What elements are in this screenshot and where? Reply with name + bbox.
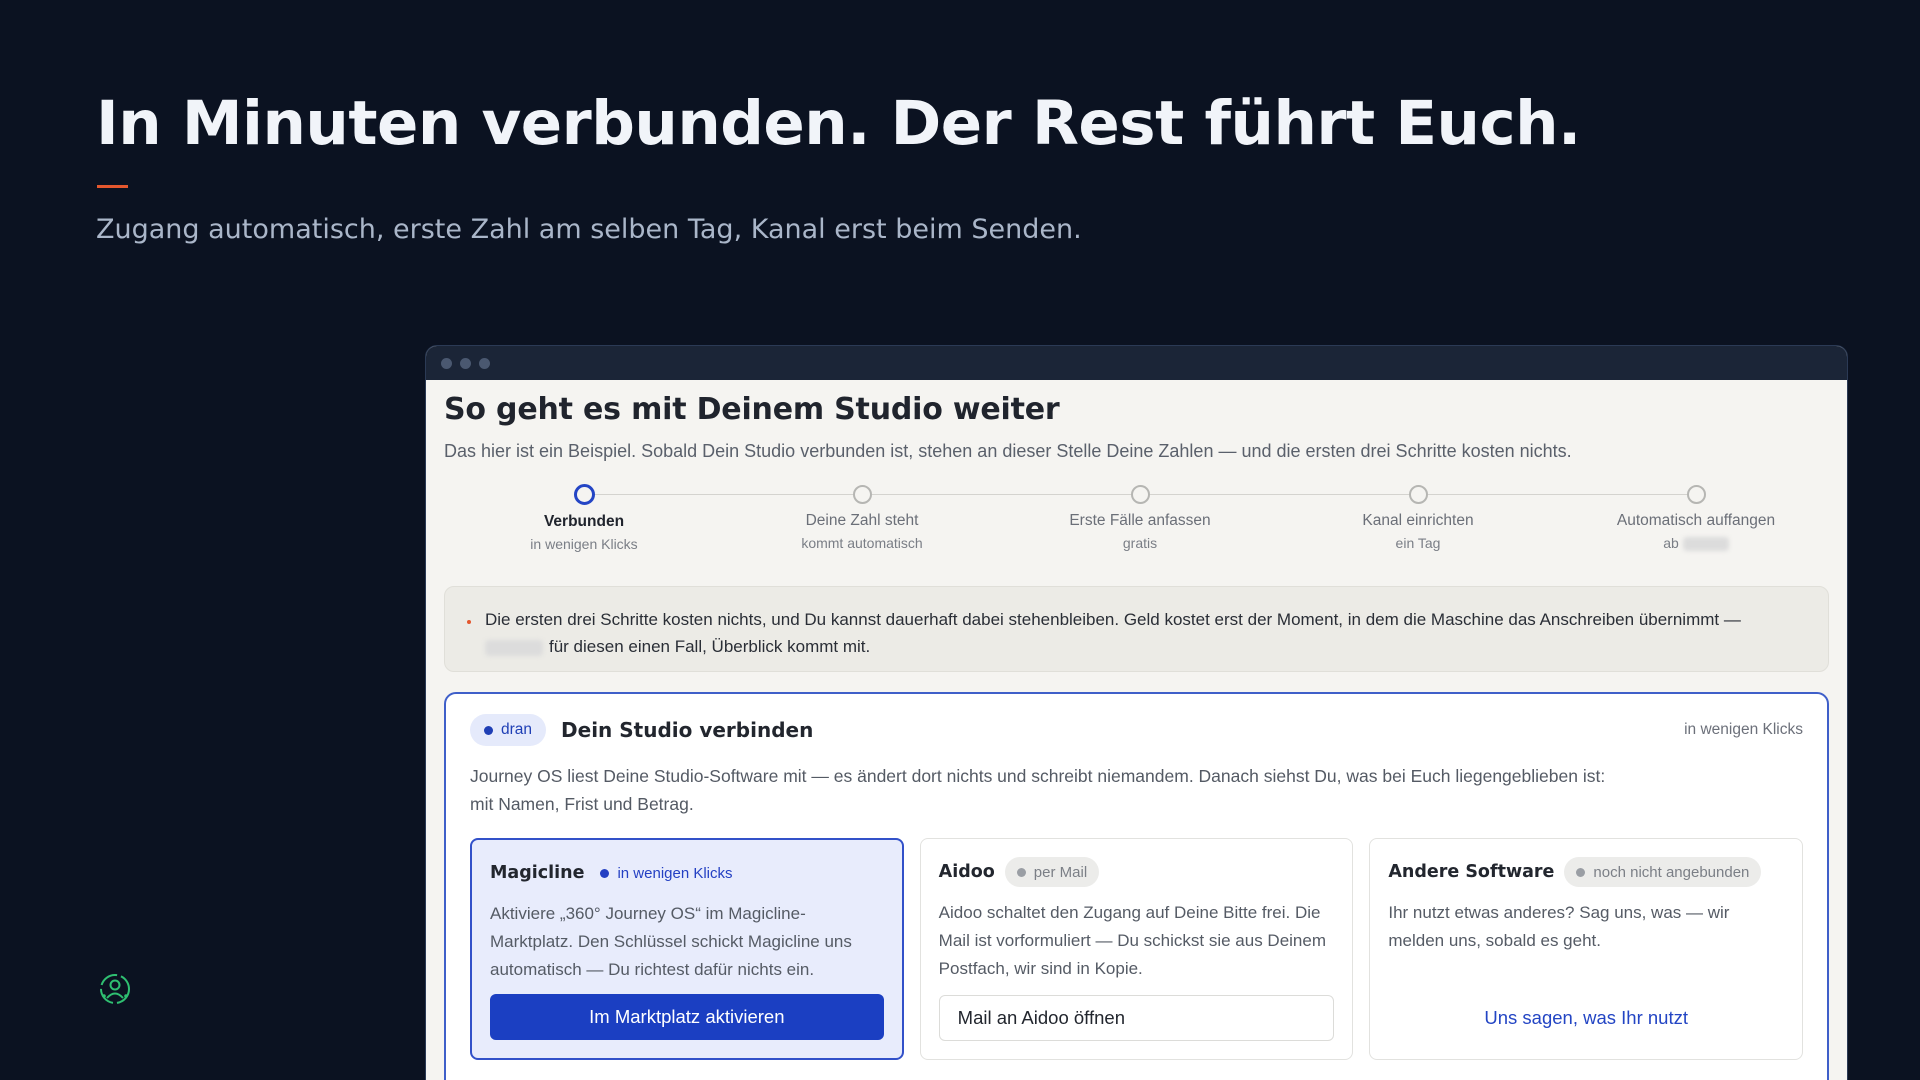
step-verbunden[interactable]: Verbunden in wenigen Klicks: [464, 484, 704, 552]
card-title: Dein Studio verbinden: [561, 718, 814, 742]
option-name: Magicline: [490, 863, 585, 883]
option-name: Aidoo: [938, 862, 995, 882]
step-sub: in wenigen Klicks: [530, 536, 638, 552]
step-label: Kanal einrichten: [1362, 512, 1474, 529]
step-circle: [1686, 485, 1706, 504]
option-name: Andere Software: [1388, 862, 1555, 882]
option-text: Aidoo schaltet den Zugang auf Deine Bitt…: [938, 903, 1326, 978]
step-label: Deine Zahl steht: [805, 512, 919, 529]
accent-rule: [97, 185, 128, 188]
option-badge-label: in wenigen Klicks: [617, 864, 733, 882]
slide-headline: In Minuten verbunden. Der Rest führt Euc…: [96, 88, 1581, 159]
status-dot-icon: [1576, 867, 1586, 877]
pricing-note-line1: Die ersten drei Schritte kosten nichts, …: [485, 610, 1741, 629]
step-label: Automatisch auffangen: [1616, 512, 1776, 529]
step-zahl[interactable]: Deine Zahl steht kommt automatisch: [742, 484, 982, 551]
step-automatisch[interactable]: Automatisch auffangen ab: [1576, 484, 1816, 552]
step-label: Erste Fälle anfassen: [1069, 512, 1211, 529]
page-title: So geht es mit Deinem Studio weiter: [444, 392, 1060, 427]
redacted-price: [485, 639, 543, 656]
app-window: So geht es mit Deinem Studio weiter Das …: [425, 345, 1848, 1080]
option-badge: in wenigen Klicks: [594, 858, 744, 888]
option-badge: per Mail: [1004, 857, 1100, 887]
option-badge-label: noch nicht angebunden: [1593, 863, 1750, 881]
status-badge: dran: [470, 714, 547, 746]
step-circle: [573, 484, 595, 505]
bullet-dot: [467, 620, 471, 624]
window-control-dot[interactable]: [460, 357, 471, 369]
option-aidoo[interactable]: Aidoo per Mail Aidoo schaltet den Zugang…: [919, 838, 1354, 1060]
status-dot-icon: [484, 725, 493, 735]
pricing-note-line2: für diesen einen Fall, Überblick kommt m…: [549, 637, 871, 656]
option-badge-label: per Mail: [1033, 863, 1088, 881]
step-faelle[interactable]: Erste Fälle anfassen gratis: [1020, 484, 1260, 551]
window-control-dot[interactable]: [479, 357, 490, 369]
page-intro: Das hier ist ein Beispiel. Sobald Dein S…: [444, 441, 1572, 461]
step-sub: gratis: [1122, 535, 1158, 551]
person-circle-icon: [100, 974, 130, 1004]
option-other-software[interactable]: Andere Software noch nicht angebunden Ih…: [1369, 838, 1804, 1060]
step-sub: ein Tag: [1395, 535, 1441, 551]
connect-studio-card: dran Dein Studio verbinden in wenigen Kl…: [444, 692, 1829, 1080]
step-circle: [852, 485, 872, 504]
card-meta: in wenigen Klicks: [1684, 721, 1803, 738]
pricing-note-line2-wrap: für diesen einen Fall, Überblick kommt m…: [485, 633, 1808, 660]
step-sub-text: ab: [1663, 535, 1679, 551]
card-description: Journey OS liest Deine Studio-Software m…: [470, 766, 1606, 814]
pricing-note: Die ersten drei Schritte kosten nichts, …: [444, 586, 1829, 672]
status-badge-label: dran: [501, 721, 533, 738]
progress-stepper: Verbunden in wenigen Klicks Deine Zahl s…: [444, 484, 1829, 564]
slide-subline: Zugang automatisch, erste Zahl am selben…: [96, 214, 1082, 245]
step-kanal[interactable]: Kanal einrichten ein Tag: [1298, 484, 1538, 551]
step-circle: [1408, 485, 1428, 504]
window-titlebar: [426, 346, 1847, 380]
tell-us-software-link[interactable]: Uns sagen, was Ihr nutzt: [1388, 995, 1784, 1041]
step-label: Verbunden: [543, 513, 625, 530]
redacted-price: [1682, 537, 1729, 552]
option-magicline[interactable]: Magicline in wenigen Klicks Aktiviere „3…: [470, 838, 904, 1060]
window-control-dot[interactable]: [441, 357, 452, 369]
status-dot-icon: [600, 868, 610, 878]
activate-marketplace-button[interactable]: Im Marktplatz aktivieren: [490, 994, 884, 1040]
step-sub: kommt automatisch: [801, 535, 923, 551]
step-sub: ab: [1576, 535, 1816, 552]
option-text: Ihr nutzt etwas anderes? Sag uns, was — …: [1388, 903, 1730, 950]
open-aidoo-mail-button[interactable]: Mail an Aidoo öffnen: [938, 995, 1335, 1041]
step-circle: [1130, 485, 1150, 504]
option-text: Aktiviere „360° Journey OS“ im Magicline…: [490, 904, 852, 979]
status-dot-icon: [1016, 867, 1026, 877]
option-badge: noch nicht angebunden: [1564, 857, 1762, 887]
